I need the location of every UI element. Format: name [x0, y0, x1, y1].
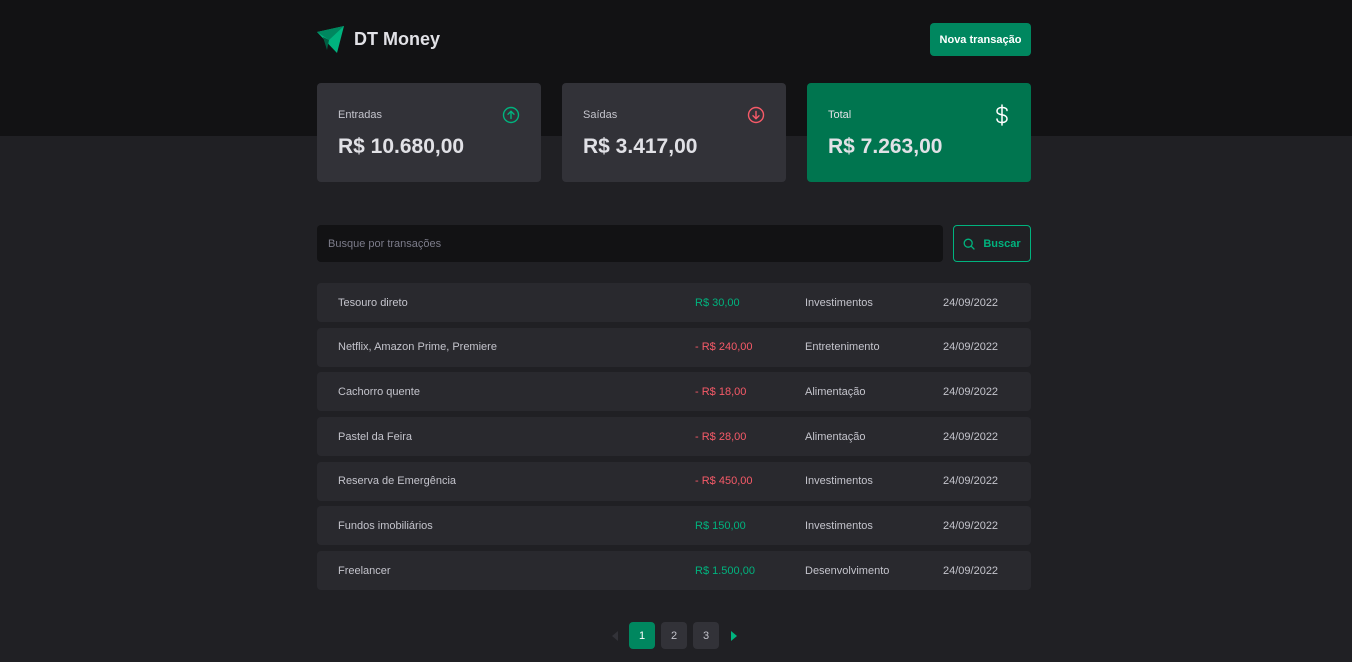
table-row: Pastel da Feira - R$ 28,00 Alimentação 2…: [317, 417, 1031, 457]
transaction-description: Pastel da Feira: [338, 430, 412, 443]
transaction-price: - R$ 240,00: [695, 341, 753, 354]
table-row: Freelancer R$ 1.500,00 Desenvolvimento 2…: [317, 551, 1031, 591]
outcome-value: R$ 3.417,00: [583, 135, 698, 158]
transaction-date: 24/09/2022: [943, 341, 999, 354]
transaction-date: 24/09/2022: [943, 385, 999, 398]
transaction-price: R$ 1.500,00: [695, 564, 755, 577]
income-label: Entradas: [338, 109, 383, 121]
transaction-category: Alimentação: [805, 385, 866, 398]
logo-icon: [317, 26, 344, 53]
logo: DT Money: [317, 26, 440, 53]
app-name: DT Money: [354, 29, 441, 49]
transaction-category: Investimentos: [805, 519, 873, 532]
total-label: Total: [828, 109, 852, 121]
page-button-2[interactable]: 2: [661, 622, 687, 649]
caret-left-icon: [611, 630, 618, 641]
table-row: Netflix, Amazon Prime, Premiere - R$ 240…: [317, 327, 1031, 367]
search-button[interactable]: Buscar: [953, 225, 1031, 262]
table-row: Reserva de Emergência - R$ 450,00 Invest…: [317, 461, 1031, 501]
transaction-description: Reserva de Emergência: [338, 475, 457, 488]
transaction-price: R$ 150,00: [695, 519, 746, 532]
transaction-category: Investimentos: [805, 296, 873, 309]
summary: Entradas R$ 10.680,00 Saídas R$ 3.417,00…: [317, 83, 1031, 182]
transaction-price: - R$ 18,00: [695, 385, 747, 398]
transaction-description: Tesouro direto: [338, 296, 408, 309]
transaction-description: Fundos imobiliários: [338, 519, 433, 532]
search-button-label: Buscar: [983, 237, 1021, 250]
transaction-category: Desenvolvimento: [805, 564, 890, 577]
pagination: 1 2 3: [606, 622, 742, 649]
total-value: R$ 7.263,00: [828, 135, 943, 158]
transaction-price: - R$ 28,00: [695, 430, 747, 443]
income-value: R$ 10.680,00: [338, 135, 465, 158]
outcome-card: Saídas R$ 3.417,00: [562, 83, 786, 182]
income-card: Entradas R$ 10.680,00: [317, 83, 541, 182]
transaction-date: 24/09/2022: [943, 519, 999, 532]
page-button-1[interactable]: 1: [629, 622, 655, 649]
arrow-circle-down-icon: [747, 106, 765, 124]
transaction-description: Netflix, Amazon Prime, Premiere: [338, 341, 497, 354]
table-row: Cachorro quente - R$ 18,00 Alimentação 2…: [317, 372, 1031, 412]
transaction-date: 24/09/2022: [943, 564, 999, 577]
transactions-table: Tesouro direto R$ 30,00 Investimentos 24…: [317, 283, 1031, 596]
transaction-category: Alimentação: [805, 430, 866, 443]
table-row: Fundos imobiliários R$ 150,00 Investimen…: [317, 506, 1031, 546]
pagination-next[interactable]: [725, 622, 742, 649]
outcome-label: Saídas: [583, 109, 618, 121]
transaction-price: R$ 30,00: [695, 296, 740, 309]
total-card: Total R$ 7.263,00: [807, 83, 1031, 182]
transaction-category: Investimentos: [805, 475, 873, 488]
arrow-circle-up-icon: [502, 106, 520, 124]
search-form: Buscar: [317, 225, 1031, 262]
search-input[interactable]: [317, 225, 943, 262]
table-row: Tesouro direto R$ 30,00 Investimentos 24…: [317, 283, 1031, 322]
transaction-date: 24/09/2022: [943, 475, 999, 488]
pagination-prev[interactable]: [606, 622, 623, 649]
currency-dollar-icon: [996, 104, 1008, 126]
transaction-date: 24/09/2022: [943, 296, 999, 309]
transaction-description: Cachorro quente: [338, 385, 420, 398]
transaction-date: 24/09/2022: [943, 430, 999, 443]
search-icon: [963, 238, 975, 250]
transaction-category: Entretenimento: [805, 341, 880, 354]
header: DT Money Nova transação: [317, 23, 1031, 56]
transaction-description: Freelancer: [338, 564, 391, 577]
new-transaction-button[interactable]: Nova transação: [930, 23, 1031, 56]
transaction-price: - R$ 450,00: [695, 475, 753, 488]
page-button-3[interactable]: 3: [693, 622, 719, 649]
caret-right-icon: [730, 630, 737, 641]
